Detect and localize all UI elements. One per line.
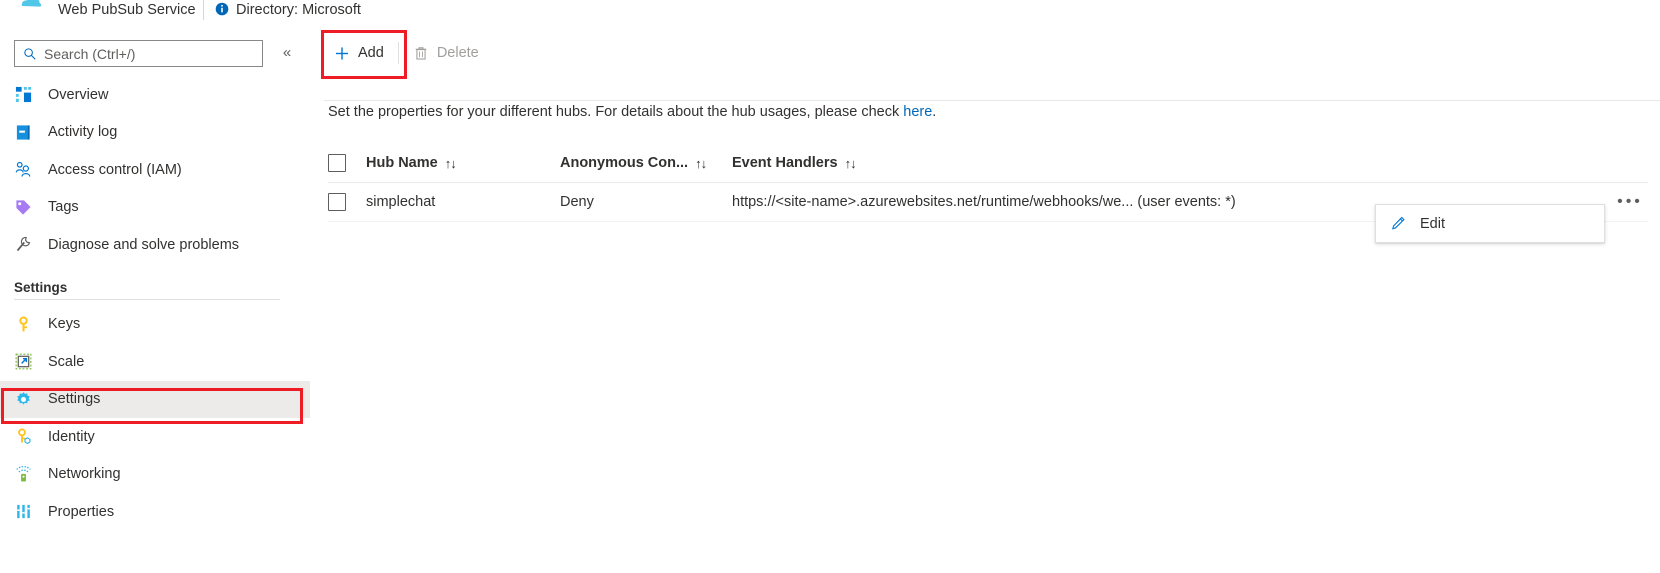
sidebar-item-label: Scale [48,353,85,370]
context-menu-item-edit[interactable]: Edit [1376,205,1604,242]
sidebar-item-networking[interactable]: Networking [0,456,310,494]
sidebar-item-access-control[interactable]: Access control (IAM) [0,151,310,189]
sidebar-item-activity-log[interactable]: Activity log [0,114,310,152]
tag-icon [14,198,32,216]
sidebar-item-diagnose[interactable]: Diagnose and solve problems [0,226,310,264]
sidebar-item-identity[interactable]: Identity [0,418,310,456]
sidebar-group-title-settings: Settings [14,279,68,295]
sidebar-item-label: Tags [48,199,79,216]
context-menu-item-label: Edit [1420,215,1445,232]
identity-key-icon [14,428,32,446]
trash-icon [413,45,429,61]
activity-log-icon [14,123,32,141]
select-all-checkbox[interactable] [328,154,346,172]
hub-usages-link[interactable]: here [903,104,932,120]
page-description: Set the properties for your different hu… [328,104,936,120]
sidebar-item-label: Identity [48,428,95,445]
main-content: Add Delete Set the properties for your d… [310,26,1660,573]
sort-updown-icon: ↑↓ [695,155,707,171]
sidebar-item-label: Settings [48,391,101,408]
column-header-label: Hub Name [366,155,438,171]
column-header-event-handlers[interactable]: Event Handlers ↑↓ [732,155,1648,171]
cell-anonymous-connect: Deny [560,194,594,210]
overview-grid-icon [14,86,32,104]
search-icon [23,47,37,61]
row-checkbox[interactable] [328,193,346,211]
web-pubsub-cloud-icon [18,0,44,16]
header-divider [203,0,204,20]
sidebar-item-scale[interactable]: Scale [0,343,310,381]
search-input[interactable] [44,45,244,62]
info-icon [215,2,229,16]
left-sidebar: « Overview [0,30,310,573]
select-all-cell [328,154,366,172]
sidebar-item-label: Access control (IAM) [48,161,182,178]
sidebar-item-label: Overview [48,86,109,103]
sidebar-item-label: Keys [48,316,81,333]
sidebar-item-label: Networking [48,466,121,483]
column-header-label: Anonymous Con... [560,155,689,171]
column-header-hub-name[interactable]: Hub Name ↑↓ [366,155,560,171]
command-bar-underline [324,100,1660,101]
delete-button-label: Delete [436,45,479,61]
add-button[interactable]: Add [324,37,394,69]
sidebar-item-overview[interactable]: Overview [0,76,310,114]
table-header-row: Hub Name ↑↓ Anonymous Con... ↑↓ Event Ha… [328,144,1648,183]
sidebar-item-label: Activity log [48,124,118,141]
plus-icon [334,45,350,61]
delete-button[interactable]: Delete [403,37,489,69]
command-bar-divider [397,42,399,64]
column-header-label: Event Handlers [732,155,838,171]
sort-updown-icon: ↑↓ [444,155,457,171]
key-icon [14,315,32,333]
sidebar-item-properties[interactable]: Properties [0,493,310,531]
sidebar-item-label: Diagnose and solve problems [48,236,240,253]
sidebar-nav-list: Overview Activity log Access control (IA… [0,76,310,531]
sidebar-item-settings[interactable]: Settings [0,380,310,418]
app-header: Web PubSub Service Directory: Microsoft [0,0,1660,26]
sidebar-group-divider [14,298,280,300]
wrench-icon [14,236,32,254]
ellipsis-icon[interactable]: ••• [1616,190,1644,214]
networking-icon [14,465,32,483]
page-description-text: Set the properties for your different hu… [328,104,904,120]
access-control-people-icon [14,161,32,179]
search-box[interactable] [14,40,263,67]
cell-hub-name: simplechat [366,194,436,210]
row-select-cell [328,193,366,211]
add-button-label: Add [358,45,384,61]
sidebar-item-label: Properties [48,503,115,520]
sidebar-item-keys[interactable]: Keys [0,306,310,344]
pencil-edit-icon [1390,216,1406,232]
double-chevron-left-icon[interactable]: « [276,42,298,64]
command-bar: Add Delete [310,26,1660,80]
page-description-suffix: . [932,104,937,120]
resource-type-title: Web PubSub Service [58,2,196,18]
properties-bars-icon [14,503,32,521]
scale-arrow-icon [14,353,32,371]
sort-updown-icon: ↑↓ [844,155,857,171]
gear-icon [14,390,32,408]
column-header-anonymous-connect[interactable]: Anonymous Con... ↑↓ [560,155,732,171]
row-context-menu: Edit [1375,204,1605,243]
directory-label: Directory: Microsoft [236,2,361,18]
sidebar-item-tags[interactable]: Tags [0,189,310,227]
